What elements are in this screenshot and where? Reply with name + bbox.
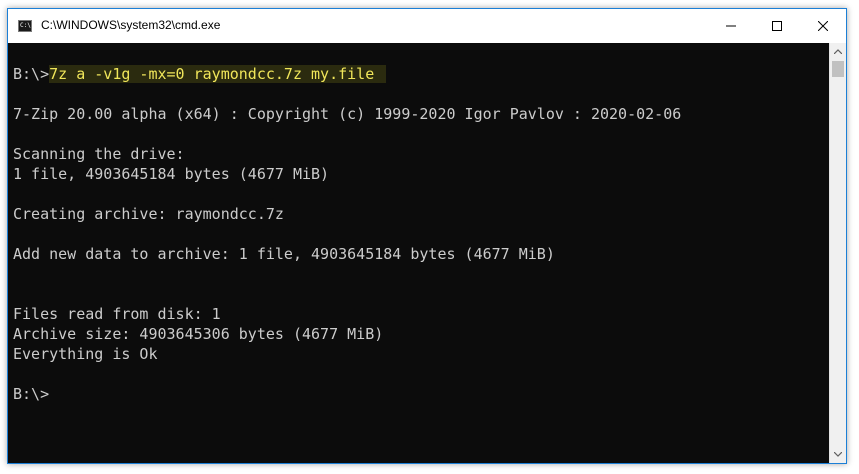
- chevron-down-icon: [834, 452, 842, 457]
- command-line: B:\>7z a -v1g -mx=0 raymondcc.7z my.file: [13, 64, 387, 84]
- window-title: C:\WINDOWS\system32\cmd.exe: [41, 18, 221, 32]
- output-line-file-count: 1 file, 4903645184 bytes (4677 MiB): [13, 165, 330, 183]
- scroll-down-button[interactable]: [830, 446, 846, 463]
- output-line-add-data: Add new data to archive: 1 file, 4903645…: [13, 245, 555, 263]
- minimize-button[interactable]: [708, 9, 754, 43]
- cmd-window: C:\ C:\WINDOWS\system32\cmd.exe B:\>7z a…: [7, 8, 847, 464]
- console-output[interactable]: B:\>7z a -v1g -mx=0 raymondcc.7z my.file…: [8, 43, 830, 463]
- maximize-button[interactable]: [754, 9, 800, 43]
- cmd-app-icon[interactable]: C:\: [18, 20, 32, 32]
- title-bar[interactable]: C:\ C:\WINDOWS\system32\cmd.exe: [8, 9, 846, 43]
- output-line-files-read: Files read from disk: 1: [13, 305, 221, 323]
- close-button[interactable]: [800, 9, 846, 43]
- maximize-icon: [772, 21, 782, 31]
- output-line-creating: Creating archive: raymondcc.7z: [13, 205, 284, 223]
- output-line-version: 7-Zip 20.00 alpha (x64) : Copyright (c) …: [13, 105, 682, 123]
- command-text: 7z a -v1g -mx=0 raymondcc.7z my.file: [49, 65, 387, 83]
- chevron-up-icon: [834, 49, 842, 54]
- vertical-scrollbar[interactable]: [829, 43, 846, 463]
- output-line-status: Everything is Ok: [13, 345, 158, 363]
- close-icon: [818, 21, 828, 31]
- minimize-icon: [726, 25, 736, 27]
- output-line-scanning: Scanning the drive:: [13, 145, 185, 163]
- command-prompt: B:\>: [13, 65, 50, 83]
- prompt-line: B:\>: [13, 385, 50, 403]
- scroll-up-button[interactable]: [830, 43, 846, 60]
- scroll-thumb[interactable]: [832, 61, 844, 77]
- output-line-archive-size: Archive size: 4903645306 bytes (4677 MiB…: [13, 325, 384, 343]
